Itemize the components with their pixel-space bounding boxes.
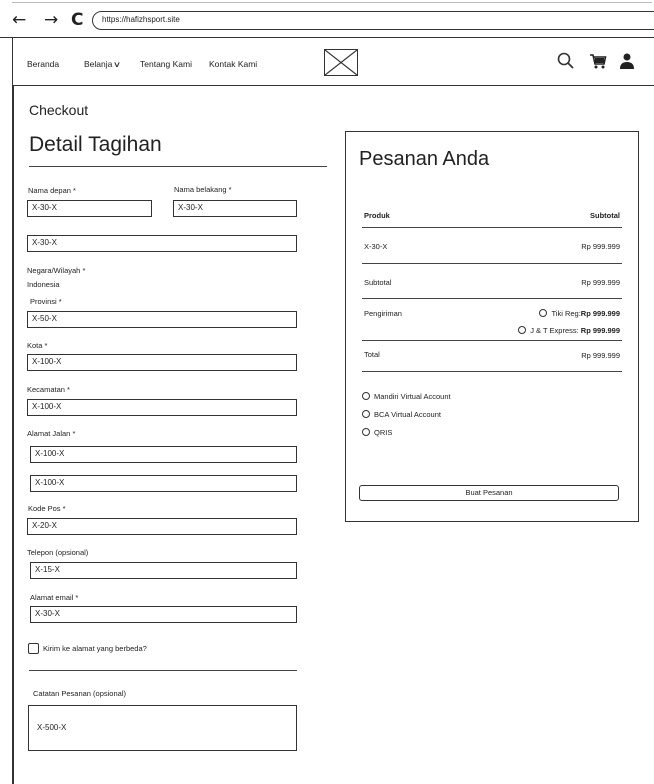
divider	[362, 227, 622, 228]
notes-textarea[interactable]: X-500-X	[28, 705, 297, 751]
browser-toolbar: ← → C https://hafizhsport.site	[0, 0, 654, 38]
notes-label: Catatan Pesanan (opsional)	[33, 689, 126, 698]
divider	[362, 371, 622, 372]
nav-beranda[interactable]: Beranda	[27, 59, 59, 69]
city-field[interactable]: X-100-X	[27, 354, 297, 371]
ship-different-checkbox[interactable]	[28, 643, 39, 654]
country-value[interactable]: Indonesia	[27, 280, 60, 289]
user-icon[interactable]	[618, 52, 636, 70]
radio-icon	[539, 309, 548, 317]
place-order-button[interactable]: Buat Pesanan	[359, 485, 619, 501]
city-label: Kota *	[27, 341, 48, 350]
email-label: Alamat email *	[30, 593, 79, 602]
radio-icon	[518, 326, 527, 334]
divider	[29, 166, 327, 167]
payment-label: BCA Virtual Account	[374, 410, 441, 419]
company-field[interactable]: X-30-X	[27, 235, 297, 252]
postcode-label: Kode Pos *	[28, 504, 66, 513]
shipping-option-price: Rp 999.999	[580, 326, 620, 335]
last-name-field[interactable]: X-30-X	[173, 200, 297, 217]
site-header: Beranda Belanja∨ Tentang Kami Kontak Kam…	[12, 38, 654, 86]
page-left-border	[12, 86, 14, 784]
radio-icon	[362, 410, 370, 418]
order-title: Pesanan Anda	[359, 148, 490, 170]
payment-qris[interactable]: QRIS	[362, 428, 392, 437]
street-field[interactable]: X-100-X	[30, 446, 297, 463]
phone-field[interactable]: X-15-X	[30, 562, 297, 579]
country-label: Negara/Wilayah *	[27, 266, 86, 275]
divider	[362, 340, 622, 341]
order-summary-panel: Pesanan Anda Produk Subtotal X-30-X Rp 9…	[345, 131, 639, 522]
back-arrow-icon[interactable]: ←	[12, 11, 26, 29]
tab-strip-line	[12, 2, 652, 3]
subtotal-label: Subtotal	[364, 278, 392, 287]
nav-kontak-kami[interactable]: Kontak Kami	[209, 59, 257, 69]
first-name-field[interactable]: X-30-X	[27, 200, 152, 217]
shipping-option-jnt[interactable]: J & T Express: Rp 999.999	[518, 326, 620, 335]
payment-label: QRIS	[374, 428, 393, 437]
col-subtotal-header: Subtotal	[590, 211, 620, 220]
nav-belanja[interactable]: Belanja∨	[84, 59, 122, 69]
total-value: Rp 999.999	[581, 351, 620, 360]
province-field[interactable]: X-50-X	[27, 311, 297, 328]
payment-mandiri[interactable]: Mandiri Virtual Account	[362, 392, 451, 401]
province-label: Provinsi *	[30, 297, 62, 306]
address-bar[interactable]: https://hafizhsport.site	[92, 11, 654, 30]
payment-label: Mandiri Virtual Account	[374, 392, 451, 401]
chevron-down-icon: ∨	[113, 60, 122, 69]
divider	[362, 263, 622, 264]
district-field[interactable]: X-100-X	[27, 399, 297, 416]
page-title: Checkout	[29, 102, 89, 118]
cart-icon[interactable]	[589, 52, 607, 70]
logo-placeholder[interactable]	[324, 49, 358, 76]
shipping-label: Pengiriman	[364, 309, 402, 318]
shipping-option-label: Tiki Reg:	[551, 309, 581, 318]
district-label: Kecamatan *	[27, 385, 70, 394]
col-product-header: Produk	[364, 211, 390, 220]
nav-tentang-kami[interactable]: Tentang Kami	[140, 59, 192, 69]
postcode-field[interactable]: X-20-X	[27, 518, 297, 535]
subtotal-value: Rp 999.999	[581, 278, 620, 287]
search-icon[interactable]	[557, 52, 575, 70]
street-label: Alamat Jalan *	[27, 429, 76, 438]
divider	[29, 670, 297, 671]
last-name-label: Nama belakang *	[174, 185, 232, 194]
payment-bca[interactable]: BCA Virtual Account	[362, 410, 441, 419]
radio-icon	[362, 428, 370, 436]
reload-icon[interactable]: C	[71, 11, 83, 29]
total-label: Total	[364, 350, 380, 359]
first-name-label: Nama depan *	[28, 186, 76, 195]
forward-arrow-icon[interactable]: →	[44, 11, 58, 29]
product-price: Rp 999.999	[581, 242, 620, 251]
billing-title: Detail Tagihan	[29, 133, 162, 156]
shipping-option-tiki[interactable]: Tiki Reg:Rp 999.999	[539, 309, 620, 318]
phone-label: Telepon (opsional)	[27, 548, 89, 557]
divider	[362, 298, 622, 299]
email-field[interactable]: X-30-X	[30, 606, 297, 623]
product-name: X-30-X	[364, 242, 388, 251]
ship-different-label[interactable]: Kirim ke alamat yang berbeda?	[43, 644, 147, 653]
street2-field[interactable]: X-100-X	[30, 475, 297, 492]
shipping-option-label: J & T Express:	[530, 326, 579, 335]
shipping-option-price: Rp 999.999	[580, 309, 620, 318]
radio-icon	[362, 392, 370, 400]
nav-belanja-label: Belanja	[84, 59, 113, 69]
